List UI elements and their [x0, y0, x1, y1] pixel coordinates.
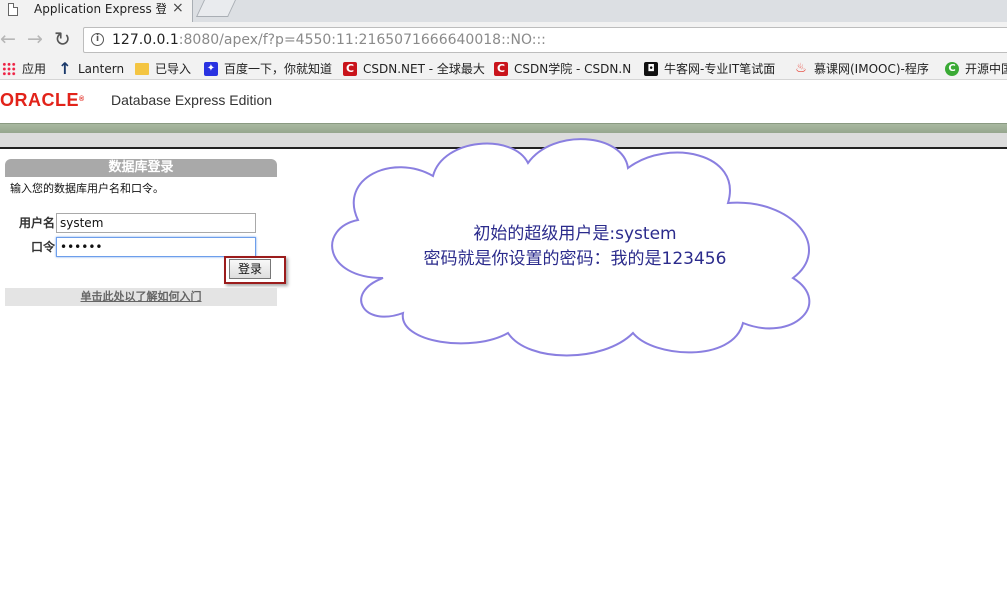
bookmark-label: 百度一下，你就知道	[224, 62, 333, 76]
csdn-icon: C	[494, 62, 508, 76]
registered-mark: ®	[79, 96, 85, 103]
url-path: :8080/apex/f?p=4550:11:2165071666640018:…	[178, 32, 546, 48]
username-label: 用户名	[18, 216, 55, 230]
bookmark-csdn-academy[interactable]: C CSDN学院 - CSDN.N	[494, 60, 632, 78]
reload-icon[interactable]: ↻	[54, 27, 71, 51]
apps-grid-icon	[2, 62, 16, 76]
username-input[interactable]	[56, 213, 256, 233]
nowcoder-icon: ◘	[644, 62, 658, 76]
new-tab-button[interactable]	[196, 0, 236, 17]
bookmark-oschina[interactable]: C 开源中国	[945, 60, 1007, 78]
oschina-icon: C	[945, 62, 959, 76]
product-name: Database Express Edition	[111, 92, 273, 108]
browser-tabstrip: Application Express 登录 ×	[0, 0, 1007, 22]
baidu-icon: ✦	[204, 62, 218, 76]
annotation-line-2: 密码就是你设置的密码：我的是123456	[423, 249, 727, 269]
bookmark-label: CSDN.NET - 全球最大	[363, 62, 485, 76]
bookmark-csdn[interactable]: C CSDN.NET - 全球最大	[343, 60, 485, 78]
bookmark-label: 已导入	[155, 62, 192, 76]
info-icon[interactable]: i	[91, 33, 104, 46]
oracle-logo: ORACLE®	[0, 89, 85, 111]
annotation-line-1: 初始的超级用户是:system	[473, 224, 677, 244]
csdn-icon: C	[343, 62, 357, 76]
bookmark-baidu[interactable]: ✦ 百度一下，你就知道	[204, 60, 336, 78]
password-input[interactable]	[56, 237, 256, 257]
address-bar[interactable]: i 127.0.0.1:8080/apex/f?p=4550:11:216507…	[83, 27, 1007, 53]
bookmark-lantern[interactable]: ↑ Lantern	[58, 60, 128, 78]
back-arrow-icon[interactable]: ←	[0, 27, 16, 51]
browser-tab[interactable]: Application Express 登录 ×	[0, 0, 193, 22]
logo-text: ORACLE	[0, 90, 79, 110]
tab-title: Application Express 登录	[34, 2, 166, 16]
url-host: 127.0.0.1	[112, 32, 179, 48]
bookmark-label: 开源中国	[965, 62, 1007, 76]
password-label: 口令	[30, 240, 55, 254]
help-bar: 单击此处以了解如何入门	[5, 288, 277, 306]
getting-started-link[interactable]: 单击此处以了解如何入门	[5, 288, 277, 306]
bookmark-apps[interactable]: 应用	[2, 60, 50, 78]
folder-icon	[135, 63, 149, 75]
bookmark-label: CSDN学院 - CSDN.N	[514, 62, 632, 76]
address-url: 127.0.0.1:8080/apex/f?p=4550:11:21650716…	[112, 31, 546, 49]
bookmarks-bar: 应用 ↑ Lantern 已导入 ✦ 百度一下，你就知道 C CSDN.NET …	[0, 58, 1007, 80]
bookmark-nowcoder[interactable]: ◘ 牛客网-专业IT笔试面	[644, 60, 784, 78]
bookmark-label: Lantern	[78, 62, 125, 76]
bookmark-label: 慕课网(IMOOC)-程序	[814, 62, 929, 76]
bookmark-label: 牛客网-专业IT笔试面	[664, 62, 776, 76]
imooc-icon: ♨	[795, 61, 807, 76]
annotation-text: 初始的超级用户是:system 密码就是你设置的密码：我的是123456	[370, 222, 780, 272]
tab-close-icon[interactable]: ×	[172, 0, 184, 16]
bookmark-label: 应用	[22, 62, 47, 76]
bookmark-imported[interactable]: 已导入	[135, 60, 197, 78]
login-button[interactable]: 登录	[229, 259, 271, 279]
browser-toolbar: ← → ↻ i 127.0.0.1:8080/apex/f?p=4550:11:…	[0, 22, 1007, 58]
lantern-icon: ↑	[58, 60, 72, 78]
forward-arrow-icon[interactable]: →	[27, 27, 43, 51]
login-panel-title: 数据库登录	[5, 159, 277, 177]
bookmark-imooc[interactable]: ♨ 慕课网(IMOOC)-程序	[794, 60, 936, 78]
login-instruction: 输入您的数据库用户名和口令。	[10, 182, 164, 195]
page-favicon-icon	[8, 3, 18, 16]
